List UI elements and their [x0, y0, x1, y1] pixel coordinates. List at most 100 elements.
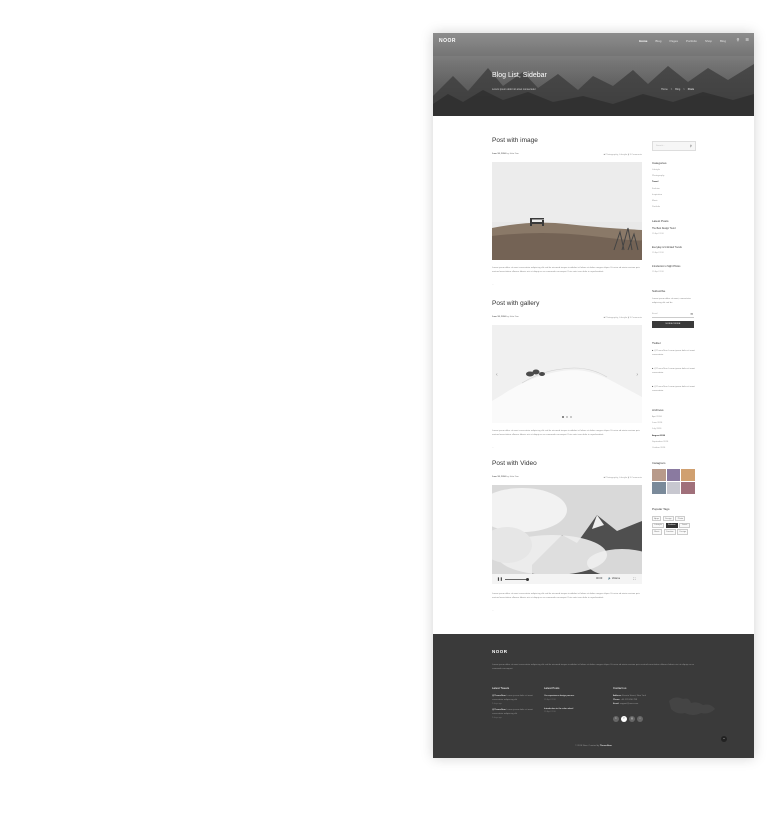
googleplus-icon[interactable]: g	[629, 716, 635, 722]
sidebar-latest-post[interactable]: Introduction to Night Photos 12 April 20…	[652, 266, 696, 273]
gallery-next-icon[interactable]: ›	[636, 372, 638, 378]
dribbble-icon[interactable]: ○	[637, 716, 643, 722]
copyright-brand-link[interactable]: ThemeNoor	[600, 745, 612, 747]
post-comments[interactable]: 3 Comments	[630, 477, 642, 479]
sidebar-search[interactable]: Search... ⚲	[652, 141, 696, 151]
post-category[interactable]: Photography, Lifestyle	[606, 477, 627, 479]
archive-item[interactable]: October 2016	[652, 447, 668, 453]
video-progress-bar[interactable]	[505, 577, 529, 581]
email-field[interactable]: Email ✉	[652, 311, 694, 318]
back-to-top-button[interactable]: ^	[721, 736, 727, 742]
post-meta-right: ■ Photography, Lifestyle ▮ 3 Comments	[604, 153, 642, 156]
nav-item-portfolio[interactable]: Portfolio	[686, 39, 697, 43]
post-author[interactable]: by John Doe	[506, 153, 518, 155]
menu-icon[interactable]: ☰	[745, 38, 749, 42]
instagram-thumb[interactable]	[666, 482, 680, 494]
instagram-thumb[interactable]	[681, 482, 695, 494]
instagram-thumb[interactable]	[652, 469, 666, 481]
footer-tweets: Latest Tweets @ThemeNoor Lorem ipsum dol…	[492, 686, 538, 721]
breadcrumb-home[interactable]: Home	[661, 88, 668, 91]
search-icon[interactable]: ⚲	[736, 38, 739, 42]
footer-post[interactable]: Our experience design process 12 April 2…	[544, 695, 594, 703]
site-logo[interactable]: NOOR	[439, 38, 456, 44]
post-title[interactable]: Post with image	[492, 137, 538, 144]
subscribe-heading: Subscribe	[652, 289, 666, 293]
email-input[interactable]: Email	[652, 313, 657, 315]
category-item[interactable]: Portfolio	[652, 206, 664, 212]
gallery-dot[interactable]	[566, 416, 568, 418]
forest-background	[433, 56, 754, 116]
search-input[interactable]: Search...	[656, 145, 665, 147]
tweet-handle[interactable]: @ThemeNoor	[654, 368, 668, 370]
latest-post-title[interactable]: Everyday is Unlimited Trends	[652, 247, 696, 249]
post-category[interactable]: Photography, Lifestyle	[606, 154, 627, 156]
post-image[interactable]	[492, 162, 642, 260]
tweet-handle[interactable]: @ThemeNoor	[492, 709, 506, 711]
instagram-thumb[interactable]	[652, 482, 666, 494]
latest-post-title[interactable]: Introduction to Night Photos	[652, 266, 696, 268]
nav-item-home[interactable]: Home	[639, 39, 647, 43]
tag-active[interactable]: Fashion	[665, 522, 678, 528]
play-pause-icon[interactable]: ❚❚	[497, 577, 503, 581]
instagram-thumb[interactable]	[681, 469, 695, 481]
footer-tweets-heading: Latest Tweets	[492, 686, 510, 690]
post-category[interactable]: Photography, Lifestyle	[606, 317, 627, 319]
post-author[interactable]: by John Doe	[506, 316, 518, 318]
post-title[interactable]: Post with gallery	[492, 300, 539, 307]
latest-post-date: 12 April 2016	[652, 252, 664, 254]
twitter-icon[interactable]: t	[613, 716, 619, 722]
tag[interactable]: Travel	[679, 522, 690, 528]
contact-value[interactable]: +00 123 456 789	[621, 699, 637, 701]
sidebar-latest-post[interactable]: Everyday is Unlimited Trends 12 April 20…	[652, 247, 696, 254]
tag[interactable]: Design	[677, 529, 689, 535]
post-gallery[interactable]: ‹ ›	[492, 325, 642, 423]
tags-cloud: Apps Design Photo Lifestyle Fashion Trav…	[652, 516, 696, 535]
tag[interactable]: Apps	[652, 516, 662, 522]
gallery-dot[interactable]	[570, 416, 572, 418]
categories-heading: Categories	[652, 161, 667, 165]
tag[interactable]: Photo	[675, 516, 686, 522]
footer-logo[interactable]: NOOR	[492, 649, 508, 654]
facebook-icon[interactable]: f	[621, 716, 627, 722]
post-author[interactable]: by John Doe	[506, 476, 518, 478]
breadcrumb-blog[interactable]: Blog	[675, 88, 680, 91]
sidebar-latest-post[interactable]: The Best Design Trend 12 April 2016	[652, 228, 696, 235]
tweet-time: 2 days ago	[492, 702, 502, 705]
tag[interactable]: Music	[652, 529, 663, 535]
subscribe-button[interactable]: SUBSCRIBE	[652, 321, 694, 328]
post-title[interactable]: Post with Video	[492, 460, 537, 467]
footer-description: Lorem ipsum dolor sit amet consectetur a…	[492, 664, 694, 670]
post-excerpt: Lorem ipsum dolor sit amet consectetur a…	[492, 430, 640, 436]
post-comments[interactable]: 3 Comments	[630, 317, 642, 319]
read-more-link[interactable]: ...	[492, 447, 494, 449]
tag[interactable]: Design	[662, 516, 674, 522]
nav-item-blog-2[interactable]: Blog	[720, 39, 726, 43]
tweet-handle[interactable]: @ThemeNoor	[654, 386, 668, 388]
post-comments[interactable]: 3 Comments	[630, 154, 642, 156]
read-more-link[interactable]: ...	[492, 610, 494, 612]
progress-handle[interactable]	[525, 577, 529, 581]
site-footer: NOOR Lorem ipsum dolor sit amet consecte…	[433, 634, 754, 758]
tag[interactable]: Creative	[663, 529, 676, 535]
nav-item-blog[interactable]: Blog	[655, 39, 661, 43]
volume-control[interactable]: 🔈 Volume	[608, 577, 620, 580]
fullscreen-icon[interactable]: ⛶	[633, 577, 635, 581]
nav-item-shop[interactable]: Shop	[705, 39, 712, 43]
contact-label: Phone:	[613, 698, 620, 701]
search-icon[interactable]: ⚲	[690, 144, 692, 148]
post-video[interactable]	[492, 485, 642, 574]
nav-item-pages[interactable]: Pages	[669, 39, 678, 43]
envelope-icon: ✉	[690, 311, 693, 316]
gallery-dot-active[interactable]	[562, 416, 564, 418]
tags-heading: Popular Tags	[652, 507, 670, 511]
latest-post-title[interactable]: The Best Design Trend	[652, 228, 696, 230]
read-more-link[interactable]: ...	[492, 284, 494, 286]
bench-photo	[492, 162, 642, 260]
instagram-thumb[interactable]	[666, 469, 680, 481]
contact-value[interactable]: support@noor.com	[620, 703, 639, 705]
tag[interactable]: Lifestyle	[652, 522, 665, 528]
footer-post[interactable]: Introduction to the color wheel 12 April…	[544, 708, 594, 716]
tweet-handle[interactable]: @ThemeNoor	[654, 350, 668, 352]
tweet-handle[interactable]: @ThemeNoor	[492, 695, 506, 697]
gallery-prev-icon[interactable]: ‹	[496, 372, 498, 378]
